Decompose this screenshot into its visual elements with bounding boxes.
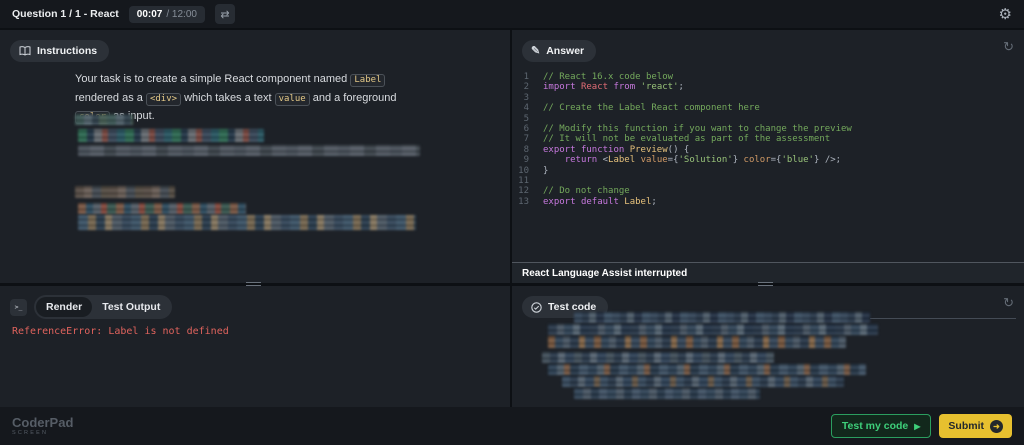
code-line: 10} xyxy=(512,166,1018,176)
tab-render[interactable]: Render xyxy=(36,297,92,317)
redacted-content-block xyxy=(75,186,175,198)
redacted-content-block xyxy=(78,145,420,156)
top-bar: Question 1 / 1 - React 00:07 / 12:00 ⇄ ⚙ xyxy=(0,0,1024,28)
check-circle-icon xyxy=(531,302,542,313)
terminal-icon: >_ xyxy=(10,299,27,316)
test-my-code-button[interactable]: Test my code ▶ xyxy=(831,414,931,438)
line-number: 10 xyxy=(512,166,543,176)
code-line: 8export function Preview() { xyxy=(512,145,1018,155)
line-number: 7 xyxy=(512,134,543,144)
redacted-code-block xyxy=(548,364,866,375)
panel-resize-handle[interactable] xyxy=(246,282,261,286)
redacted-content-block xyxy=(78,203,246,214)
line-number: 1 xyxy=(512,72,543,82)
test-code-panel: Test code ↻ xyxy=(512,286,1024,407)
line-number: 3 xyxy=(512,93,543,103)
brand-name: CoderPad xyxy=(12,416,73,429)
redacted-code-block xyxy=(548,336,846,348)
line-number: 4 xyxy=(512,103,543,113)
line-number: 12 xyxy=(512,186,543,196)
code-line: 6// Modify this function if you want to … xyxy=(512,124,1018,134)
answer-header: ✎ Answer xyxy=(522,40,596,62)
line-number: 13 xyxy=(512,197,543,207)
redacted-code-block xyxy=(542,352,774,363)
redacted-code-block xyxy=(574,388,760,399)
timer-elapsed: 00:07 xyxy=(137,9,163,20)
line-number: 9 xyxy=(512,155,543,165)
inline-code-chip: Label xyxy=(350,74,385,87)
code-editor[interactable]: 1// React 16.x code below2import React f… xyxy=(512,72,1018,207)
render-output-panel: >_ RenderTest Output ReferenceError: Lab… xyxy=(0,286,510,407)
timer-chip: 00:07 / 12:00 xyxy=(129,6,205,23)
settings-gear-icon[interactable]: ⚙ xyxy=(999,5,1012,23)
line-number: 8 xyxy=(512,145,543,155)
footer-bar: CoderPad SCREEN Test my code ▶ Submit ➜ xyxy=(0,407,1024,445)
output-tabs: RenderTest Output xyxy=(34,295,172,319)
test-code-reset-icon[interactable]: ↻ xyxy=(1003,295,1014,311)
test-my-code-label: Test my code xyxy=(842,420,908,432)
code-line: 4// Create the Label React component her… xyxy=(512,103,1018,113)
timer-toggle-icon[interactable]: ⇄ xyxy=(215,4,235,24)
code-line: 2import React from 'react'; xyxy=(512,82,1018,92)
code-line: 5 xyxy=(512,114,1018,124)
redacted-code-block xyxy=(562,376,844,387)
timer-total: / 12:00 xyxy=(166,9,197,20)
redacted-content-block xyxy=(78,215,416,230)
instructions-header: Instructions xyxy=(10,40,109,62)
submit-button[interactable]: Submit ➜ xyxy=(939,414,1012,438)
submit-label: Submit xyxy=(948,420,984,432)
language-assist-status: React Language Assist interrupted xyxy=(512,262,1024,283)
code-line: 11 xyxy=(512,176,1018,186)
redacted-code-block xyxy=(548,324,878,335)
coderpad-app: Question 1 / 1 - React 00:07 / 12:00 ⇄ ⚙… xyxy=(0,0,1024,445)
code-line: 13export default Label; xyxy=(512,197,1018,207)
answer-header-label: Answer xyxy=(546,45,584,57)
line-number: 2 xyxy=(512,82,543,92)
panel-resize-handle[interactable] xyxy=(758,282,773,286)
instructions-header-label: Instructions xyxy=(37,45,97,57)
brand-subtitle: SCREEN xyxy=(12,431,73,437)
answer-panel: ✎ Answer ↻ 1// React 16.x code below2imp… xyxy=(512,30,1024,283)
line-number: 11 xyxy=(512,176,543,186)
pencil-icon: ✎ xyxy=(531,46,540,57)
code-line: 7// It will not be evaluated as part of … xyxy=(512,134,1018,144)
divider-line xyxy=(870,318,1016,319)
book-icon xyxy=(19,46,31,56)
redacted-code-block xyxy=(574,312,870,323)
tab-test-output[interactable]: Test Output xyxy=(92,297,170,317)
line-number: 6 xyxy=(512,124,543,134)
answer-reset-icon[interactable]: ↻ xyxy=(1003,39,1014,55)
submit-arrow-icon: ➜ xyxy=(990,420,1003,433)
render-error-message: ReferenceError: Label is not defined xyxy=(12,326,229,337)
instructions-panel: Instructions Your task is to create a si… xyxy=(0,30,510,283)
code-line: 9 return <Label value={'Solution'} color… xyxy=(512,155,1018,165)
redacted-content-block xyxy=(75,114,133,125)
inline-code-chip: <div> xyxy=(146,93,181,106)
play-icon: ▶ xyxy=(914,422,920,431)
code-line: 3 xyxy=(512,93,1018,103)
line-number: 5 xyxy=(512,114,543,124)
code-line: 1// React 16.x code below xyxy=(512,72,1018,82)
coderpad-logo: CoderPad SCREEN xyxy=(12,416,73,437)
output-tabs-row: >_ RenderTest Output xyxy=(10,295,172,319)
code-line: 12// Do not change xyxy=(512,186,1018,196)
redacted-content-block xyxy=(78,129,264,142)
question-title: Question 1 / 1 - React xyxy=(12,8,119,20)
inline-code-chip: value xyxy=(275,93,310,106)
